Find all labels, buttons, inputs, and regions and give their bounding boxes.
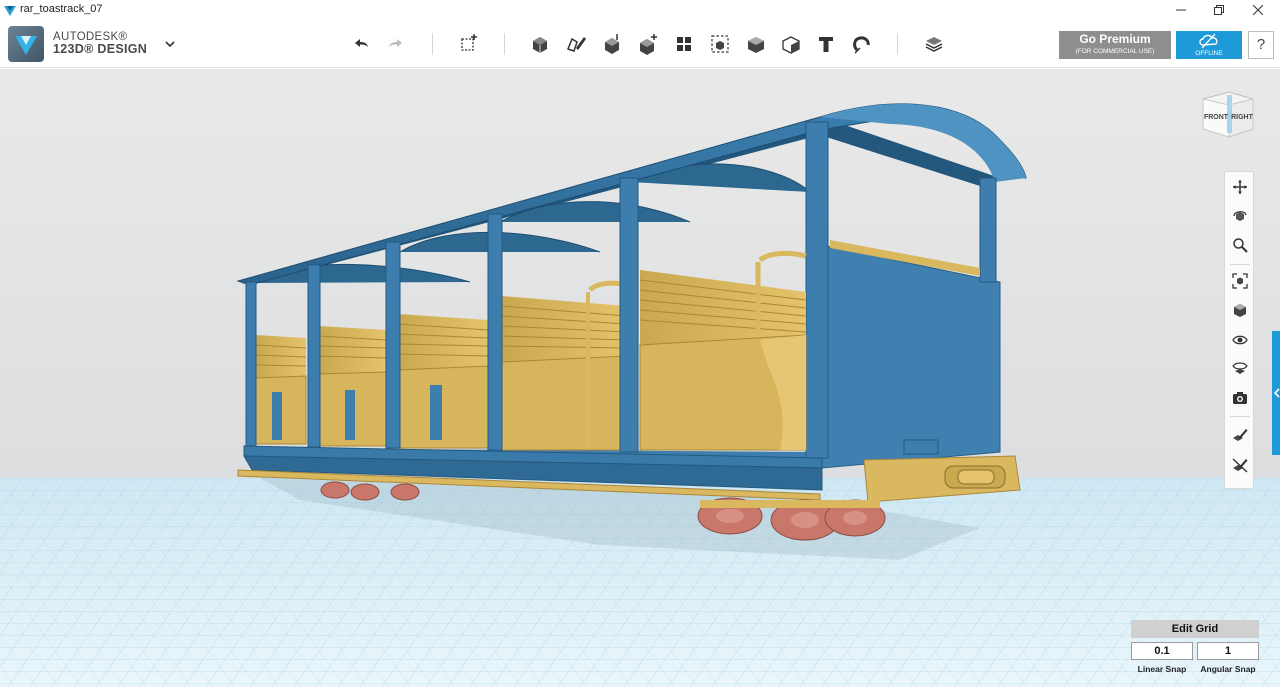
primitives-icon [533, 37, 547, 53]
toolbar-separator [432, 33, 433, 55]
premium-sublabel: (FOR COMMERCIAL USE) [1075, 48, 1155, 55]
undo-icon [355, 39, 368, 47]
visibility-button[interactable] [1229, 329, 1251, 351]
minimize-button[interactable] [1164, 0, 1198, 20]
combine-button[interactable] [742, 30, 770, 58]
view-mode-button[interactable] [1229, 299, 1251, 321]
snap-icon [853, 36, 870, 54]
measure-button[interactable] [777, 30, 805, 58]
hide-button[interactable] [1229, 454, 1251, 476]
angular-snap-label: Angular Snap [1200, 664, 1256, 674]
maximize-button[interactable] [1202, 0, 1236, 20]
grouping-icon [711, 35, 729, 53]
app-logo-icon [4, 6, 16, 16]
angular-snap-input[interactable]: 1 [1197, 642, 1259, 660]
transform-icon [461, 34, 477, 51]
redo-button[interactable] [382, 30, 410, 58]
camera-button[interactable] [1229, 387, 1251, 409]
text-button[interactable] [812, 30, 840, 58]
cloud-offline-icon [1199, 33, 1218, 49]
redo-icon [389, 39, 402, 47]
pan-button[interactable] [1229, 176, 1251, 198]
toolbar-separator [897, 33, 898, 55]
material-view-button[interactable] [1229, 357, 1251, 379]
offline-label: OFFLINE [1195, 50, 1223, 57]
chevron-down-icon[interactable] [163, 37, 177, 51]
sketch-button[interactable] [562, 30, 590, 58]
pattern-icon [677, 37, 691, 51]
combine-icon [748, 37, 764, 53]
fit-button[interactable] [1229, 270, 1251, 292]
modify-button[interactable] [634, 30, 662, 58]
materials-icon [925, 37, 943, 52]
construct-button[interactable] [598, 30, 626, 58]
sketch-icon [567, 37, 586, 52]
view-cube-front-label[interactable]: FRONT [1204, 114, 1229, 121]
navbar-separator [1230, 264, 1250, 265]
far-wheelset [320, 481, 420, 501]
offline-button[interactable]: OFFLINE [1176, 31, 1242, 59]
go-premium-button[interactable]: Go Premium (FOR COMMERCIAL USE) [1059, 31, 1171, 59]
view-mode-icon [1234, 304, 1246, 317]
close-icon [1253, 5, 1263, 15]
camera-icon [1233, 392, 1247, 404]
view-cube[interactable]: FRONT RIGHT [1199, 89, 1257, 139]
window-title-bar: rar_toastrack_07 [0, 0, 1280, 20]
construct-icon [605, 34, 619, 54]
pan-icon [1233, 180, 1247, 194]
linear-snap-input[interactable]: 0.1 [1131, 642, 1193, 660]
linear-snap-label: Linear Snap [1137, 664, 1187, 674]
help-button[interactable]: ? [1248, 31, 1274, 59]
orbit-button[interactable] [1229, 205, 1251, 227]
text-icon [819, 37, 833, 52]
app-brand: AUTODESK® 123D® DESIGN [53, 31, 147, 55]
3d-viewport[interactable] [0, 69, 1280, 687]
grouping-button[interactable] [706, 30, 734, 58]
view-cube-right-label[interactable]: RIGHT [1231, 114, 1254, 121]
near-wheelset [697, 497, 886, 541]
orbit-icon [1233, 211, 1247, 221]
scene-canvas[interactable] [0, 69, 1280, 687]
app-menu-logo[interactable] [8, 26, 44, 62]
measure-icon [782, 36, 800, 54]
chevron-left-icon [1273, 388, 1280, 398]
materials-button[interactable] [920, 30, 948, 58]
snap-button[interactable] [848, 30, 876, 58]
app-logo-icon [15, 36, 37, 55]
edit-button[interactable] [1229, 424, 1251, 446]
navbar-separator [1230, 416, 1250, 417]
zoom-button[interactable] [1229, 234, 1251, 256]
toolbar-separator [504, 33, 505, 55]
primitives-button[interactable] [526, 30, 554, 58]
modify-icon [640, 34, 657, 55]
undo-button[interactable] [347, 30, 375, 58]
navigation-bar [1224, 171, 1254, 489]
main-toolbar: AUTODESK® 123D® DESIGN Go Premium (FOR C… [0, 20, 1280, 68]
premium-label: Go Premium [1079, 32, 1151, 46]
minimize-icon [1176, 9, 1186, 11]
side-panel-tab[interactable] [1272, 331, 1280, 455]
fit-icon [1232, 273, 1248, 289]
restore-icon [1214, 5, 1224, 15]
material-view-icon [1232, 362, 1248, 374]
edit-grid-button[interactable]: Edit Grid [1131, 620, 1259, 638]
hide-icon [1232, 458, 1248, 473]
edit-icon [1233, 429, 1248, 441]
pattern-button[interactable] [670, 30, 698, 58]
zoom-icon [1233, 238, 1248, 253]
brand-line-2: 123D® DESIGN [53, 42, 148, 56]
close-button[interactable] [1241, 0, 1275, 20]
window-title: rar_toastrack_07 [20, 3, 103, 15]
transform-button[interactable] [455, 30, 483, 58]
visibility-icon [1232, 335, 1248, 345]
